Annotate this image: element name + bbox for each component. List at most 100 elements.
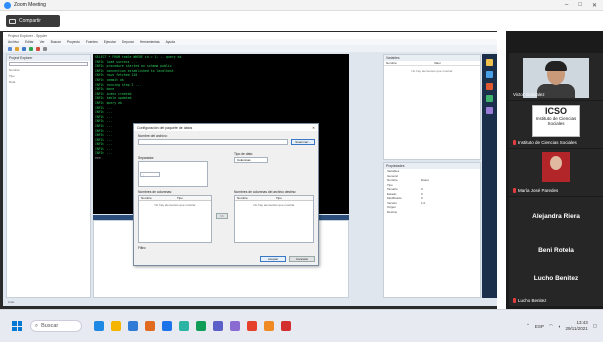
participant-display-name: Lucho Benitez — [533, 275, 579, 282]
menu-item[interactable]: Editar — [25, 40, 34, 44]
filename-input[interactable] — [138, 139, 288, 145]
column-header[interactable]: Nombre — [139, 196, 175, 200]
windows-start-icon[interactable] — [12, 321, 22, 331]
share-indicator[interactable]: Compartir — [6, 15, 60, 27]
mic-muted-icon — [513, 298, 516, 303]
search-icon[interactable] — [486, 71, 493, 78]
logo-subtitle: Instituto de Ciencias Sociales — [535, 116, 577, 126]
monitor-icon — [9, 18, 16, 24]
taskbar-app-icon[interactable] — [230, 321, 240, 331]
taskbar-app-icon[interactable] — [94, 321, 104, 331]
column-header[interactable]: Nombre — [235, 196, 274, 200]
participant-tile[interactable]: Lucho Benitez Lucho Benitez — [509, 259, 603, 306]
run-icon[interactable] — [29, 46, 33, 51]
separator-label: Separador: — [138, 156, 155, 160]
project-explorer-panel: Project Explorer Nombre Tipo Ruta — [6, 54, 91, 298]
ide-toolbar — [3, 45, 497, 52]
folder-icon[interactable] — [486, 59, 493, 66]
zoom-titlebar: Zoom Meeting – □ ✕ — [0, 0, 603, 11]
column-header[interactable]: Nombre — [384, 61, 432, 65]
notification-icon[interactable]: ▢ — [593, 323, 597, 329]
window-title: Zoom Meeting — [14, 2, 46, 8]
menu-item[interactable]: Fuentes — [86, 40, 98, 44]
taskbar-app-icon[interactable] — [128, 321, 138, 331]
menu-item[interactable]: Buscar — [51, 40, 61, 44]
taskbar-app-icon[interactable] — [196, 321, 206, 331]
left-table-title: Nombres de columnas: — [138, 190, 172, 194]
taskbar-search[interactable]: ⌕ Buscar — [30, 320, 82, 332]
separator-select[interactable]: ; — [140, 172, 160, 177]
property-value: 1.0 — [421, 200, 426, 205]
taskbar-app-icon[interactable] — [145, 321, 155, 331]
maximize-button[interactable]: □ — [578, 2, 582, 9]
menu-item[interactable]: Herramientas — [140, 40, 160, 44]
participant-tile[interactable]: María José Paredes — [509, 149, 603, 196]
taskbar-app-icon[interactable] — [111, 321, 121, 331]
menu-item[interactable]: Ver — [40, 40, 45, 44]
video-hair — [545, 61, 567, 71]
cancel-button[interactable]: Cancelar — [289, 256, 315, 262]
participant-tile[interactable]: Victor Gonzalez — [509, 53, 603, 100]
column-header[interactable]: Tipo — [274, 196, 313, 200]
side-toolbar — [482, 54, 497, 298]
search-placeholder: Buscar — [41, 323, 59, 329]
git-icon[interactable] — [486, 95, 493, 102]
menu-item[interactable]: Archivo — [8, 40, 19, 44]
status-bar: Listo — [6, 299, 494, 305]
taskbar-app-icon[interactable] — [179, 321, 189, 331]
column-header[interactable]: Valor — [432, 61, 480, 65]
tree-item[interactable]: Ruta — [7, 79, 90, 85]
chevron-up-icon[interactable]: ⌃ — [526, 323, 530, 329]
windows-taskbar: ⌕ Buscar ⌃ ESP ◠ ◖ 13:43 29/11/2021 ▢ — [0, 309, 603, 342]
settings-icon[interactable] — [43, 46, 47, 51]
filename-label: Nombre del archivo: — [138, 134, 168, 138]
property-key: Versión — [387, 200, 398, 205]
participant-tile[interactable]: ICSO Instituto de Ciencias Sociales Inst… — [509, 101, 603, 148]
accept-button[interactable]: Aceptar — [260, 256, 286, 262]
new-file-icon[interactable] — [8, 46, 12, 51]
taskbar-app-icon[interactable] — [162, 321, 172, 331]
move-right-button[interactable]: >> — [216, 213, 228, 219]
participant-name: María José Paredes — [513, 188, 558, 193]
system-tray: ⌃ ESP ◠ ◖ 13:43 29/11/2021 ▢ — [526, 320, 603, 332]
taskbar-app-icon[interactable] — [247, 321, 257, 331]
wifi-icon[interactable]: ◠ — [549, 323, 553, 329]
property-value: Datos — [421, 178, 429, 183]
menu-item[interactable]: Ejecutar — [104, 40, 116, 44]
menu-item[interactable]: Depurar — [122, 40, 134, 44]
taskbar-app-icon[interactable] — [213, 321, 223, 331]
column-header[interactable]: Tipo — [175, 196, 211, 200]
filter-label: Filtro: — [138, 246, 147, 250]
language-indicator[interactable]: ESP — [535, 324, 544, 329]
plugin-icon[interactable] — [486, 107, 493, 114]
clock[interactable]: 13:43 29/11/2021 — [566, 320, 588, 332]
property-row[interactable]: Destino — [384, 210, 480, 215]
left-columns-table[interactable]: Nombre Tipo No hay elementos que mostrar — [138, 195, 212, 243]
browse-button[interactable]: Examinar... — [291, 139, 315, 145]
filter-input[interactable] — [9, 62, 88, 66]
menu-item[interactable]: Ayuda — [166, 40, 175, 44]
variables-panel: Variables Nombre Valor No hay elementos … — [383, 54, 481, 160]
stop-icon[interactable] — [36, 46, 40, 51]
minimize-button[interactable]: – — [565, 2, 568, 9]
bookmark-icon[interactable] — [486, 83, 493, 90]
taskbar-app-icon[interactable] — [264, 321, 274, 331]
property-value: 0 — [421, 191, 423, 196]
volume-icon[interactable]: ◖ — [558, 324, 561, 329]
open-folder-icon[interactable] — [15, 46, 19, 51]
table-header: Nombre Tipo — [235, 196, 313, 201]
dialog-close-button[interactable]: ✕ — [312, 126, 318, 130]
dialog-title: Configuración del paquete de datos — [137, 125, 193, 130]
empty-message: No hay elementos que mostrar — [411, 69, 453, 73]
taskbar-app-icon[interactable] — [281, 321, 291, 331]
table-header: Nombre Tipo — [139, 196, 211, 201]
empty-message: No hay elementos que mostrar — [253, 203, 295, 207]
institution-logo: ICSO Instituto de Ciencias Sociales — [532, 105, 580, 137]
save-icon[interactable] — [22, 46, 26, 51]
close-button[interactable]: ✕ — [592, 2, 597, 9]
zoom-window: Zoom Meeting – □ ✕ Compartir Project Exp… — [0, 0, 603, 342]
type-select[interactable]: Columnas — [234, 157, 268, 163]
property-key: General — [387, 173, 398, 178]
right-columns-table[interactable]: Nombre Tipo No hay elementos que mostrar — [234, 195, 314, 243]
menu-item[interactable]: Proyecto — [67, 40, 80, 44]
